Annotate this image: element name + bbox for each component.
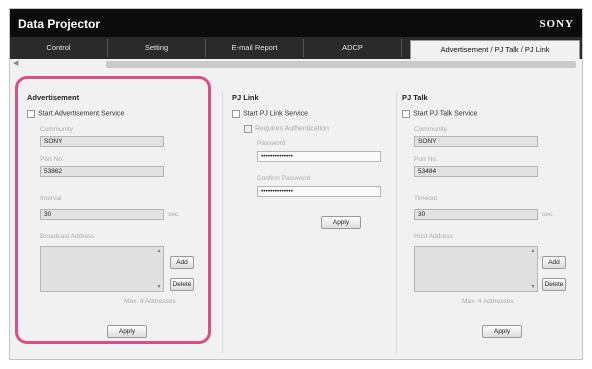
pjtalk-title: PJ Talk <box>402 93 428 102</box>
pjtalk-start-row[interactable]: Start PJ Talk Service <box>402 110 477 118</box>
pjlink-password-input[interactable]: •••••••••••••• <box>257 151 381 162</box>
chevron-down-icon[interactable]: ▼ <box>156 284 162 290</box>
pjlink-start-checkbox[interactable] <box>232 110 240 118</box>
pjlink-requires-auth-checkbox[interactable] <box>244 125 252 133</box>
broadcast-address-list[interactable]: ▲ ▼ <box>40 246 164 292</box>
host-address-list[interactable]: ▲ ▼ <box>414 246 538 292</box>
tab-advertisement-pjtalk-pjlink[interactable]: Advertisement / PJ Talk / PJ Link <box>410 40 580 59</box>
tab-adcp[interactable]: ADCP <box>304 39 402 57</box>
pjlink-confirm-label: Confirm Password <box>257 175 311 182</box>
pjtalk-timeout-label: Timeout <box>414 195 438 202</box>
tab-bar: Control Setting E-mail Report ADCP Adver… <box>10 37 582 59</box>
tab-email-report[interactable]: E-mail Report <box>206 39 304 57</box>
pjtalk-max-note: Max. 4 Addresses <box>462 298 514 305</box>
pjtalk-delete-button[interactable]: Delete <box>542 278 566 291</box>
advertisement-port-label: Port No. <box>40 156 64 163</box>
pjtalk-start-label: Start PJ Talk Service <box>413 110 478 118</box>
chevron-down-icon[interactable]: ▼ <box>530 284 536 290</box>
advertisement-add-button[interactable]: Add <box>170 256 194 269</box>
advertisement-title: Advertisement <box>27 93 80 102</box>
pjlink-start-label: Start PJ Link Service <box>243 110 308 118</box>
advertisement-interval-label: Interval <box>40 195 62 202</box>
pjlink-confirm-input[interactable]: •••••••••••••• <box>257 186 381 197</box>
pjtalk-start-checkbox[interactable] <box>402 110 410 118</box>
advertisement-broadcast-label: Broadcast Address <box>40 233 95 240</box>
pjtalk-host-label: Host Address <box>414 233 453 240</box>
pjtalk-port-input[interactable]: 53484 <box>414 166 538 177</box>
pjtalk-apply-button[interactable]: Apply <box>482 325 522 338</box>
pjlink-start-row[interactable]: Start PJ Link Service <box>232 110 308 118</box>
pjtalk-timeout-input[interactable]: 30 <box>414 209 538 220</box>
advertisement-apply-button[interactable]: Apply <box>107 325 147 338</box>
app-title: Data Projector <box>18 17 101 31</box>
advertisement-community-label: Community <box>40 126 73 133</box>
pjtalk-port-label: Port No. <box>414 156 438 163</box>
pjlink-password-label: Password <box>257 140 286 147</box>
advertisement-max-note: Max. 4 Addresses <box>124 298 176 305</box>
chevron-up-icon[interactable]: ▲ <box>530 248 536 254</box>
column-divider <box>396 91 397 353</box>
horizontal-scrollbar[interactable] <box>106 61 576 68</box>
advertisement-delete-button[interactable]: Delete <box>170 278 194 291</box>
tab-control[interactable]: Control <box>10 39 108 57</box>
advertisement-start-label: Start Advertisement Service <box>38 110 125 118</box>
brand-logo: SONY <box>539 18 574 30</box>
pjlink-requires-auth-label: Requires Authentication <box>255 125 329 133</box>
advertisement-interval-input[interactable]: 30 <box>40 209 164 220</box>
projector-window: Data Projector SONY Control Setting E-ma… <box>9 8 583 360</box>
chevron-up-icon[interactable]: ▲ <box>156 248 162 254</box>
column-divider <box>222 91 223 353</box>
title-bar: Data Projector SONY <box>10 9 582 37</box>
advertisement-interval-unit: sec. <box>168 211 180 218</box>
pjlink-requires-auth-row[interactable]: Requires Authentication <box>244 125 329 133</box>
pjlink-apply-button[interactable]: Apply <box>321 216 361 229</box>
pjtalk-timeout-unit: sec. <box>542 211 554 218</box>
pjtalk-community-input[interactable]: SONY <box>414 136 538 147</box>
advertisement-start-checkbox[interactable] <box>27 110 35 118</box>
pjtalk-add-button[interactable]: Add <box>542 256 566 269</box>
advertisement-community-input[interactable]: SONY <box>40 136 164 147</box>
chevron-left-icon[interactable]: ◀ <box>13 60 21 68</box>
tab-setting[interactable]: Setting <box>108 39 206 57</box>
advertisement-port-input[interactable]: 53862 <box>40 166 164 177</box>
pjtalk-community-label: Community <box>414 126 447 133</box>
advertisement-start-row[interactable]: Start Advertisement Service <box>27 110 124 118</box>
pjlink-title: PJ Link <box>232 93 259 102</box>
